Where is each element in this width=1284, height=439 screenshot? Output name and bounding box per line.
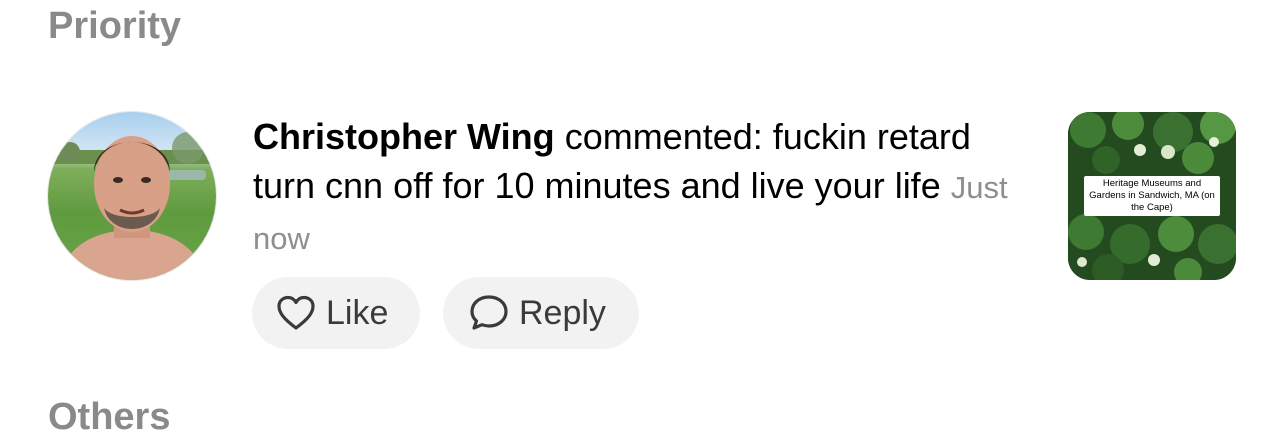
- notification-action: commented:: [564, 116, 763, 157]
- thumbnail-caption: Heritage Museums and Gardens in Sandwich…: [1084, 176, 1220, 216]
- section-title-priority: Priority: [48, 5, 182, 47]
- avatar[interactable]: [48, 112, 216, 280]
- section-title-others: Others: [48, 396, 171, 438]
- notification-author[interactable]: Christopher Wing: [253, 116, 555, 157]
- post-thumbnail[interactable]: Heritage Museums and Gardens in Sandwich…: [1068, 112, 1236, 280]
- speech-bubble-icon: [469, 294, 509, 332]
- reply-button[interactable]: Reply: [443, 277, 639, 349]
- reply-label: Reply: [519, 293, 606, 332]
- notification-text[interactable]: Christopher Wing commented: fuckin retar…: [253, 112, 1013, 263]
- avatar-photo: [48, 132, 216, 280]
- like-label: Like: [326, 293, 389, 332]
- like-button[interactable]: Like: [252, 277, 420, 349]
- heart-outline-icon: [276, 295, 316, 331]
